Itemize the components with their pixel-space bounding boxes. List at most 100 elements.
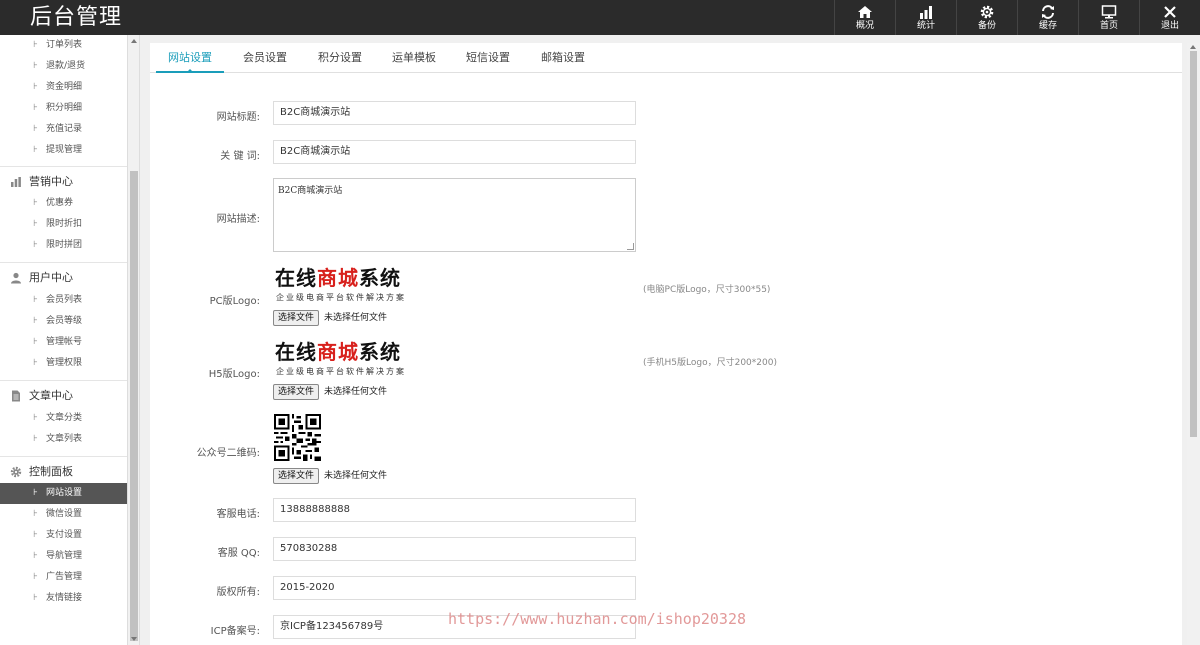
sidebar-item-label: 友情链接 [46,593,83,603]
sidebar-item-label: 微信设置 [46,509,83,519]
topnav-cache-button[interactable]: 缓存 [1017,0,1078,35]
scroll-up-arrow[interactable] [1190,45,1196,49]
site-title-input[interactable]: B2C商城演示站 [273,101,636,125]
sidebar-item-coupons[interactable]: ⊦ 优惠券 [0,193,127,214]
description-textarea[interactable]: B2C商城演示站 [273,178,636,252]
tab-email-settings[interactable]: 邮箱设置 [533,43,593,73]
scrollbar-thumb[interactable] [130,171,138,641]
sidebar-item-payment-settings[interactable]: ⊦ 支付设置 [0,525,127,546]
sidebar-item-friend-links[interactable]: ⊦ 友情链接 [0,588,127,609]
pc-logo-hint: (电脑PC版Logo，尺寸300*55) [643,285,771,295]
sidebar-item-label: 提现管理 [46,145,83,155]
phone-input[interactable]: 13888888888 [273,498,636,522]
h5-logo-hint: (手机H5版Logo，尺寸200*200) [643,358,777,368]
topnav-label: 缓存 [1038,21,1057,31]
topnav-label: 概况 [855,21,874,31]
sidebar-item-label: 支付设置 [46,530,83,540]
sidebar-item-label: 订单列表 [46,40,83,50]
sidebar-item-admin-accounts[interactable]: ⊦ 管理帐号 [0,332,127,353]
sidebar-item-withdraw[interactable]: ⊦ 提现管理 [0,140,127,161]
tab-points-settings[interactable]: 积分设置 [310,43,370,73]
topnav-label: 首页 [1099,21,1118,31]
sidebar-group-title: 营销中心 [29,175,73,188]
qrcode-choose-file-button[interactable]: 选择文件 [273,468,320,484]
sidebar-item-article-list[interactable]: ⊦ 文章列表 [0,429,127,450]
refresh-icon [1042,5,1054,19]
pc-logo-file-status: 未选择任何文件 [324,313,388,323]
sidebar-item-refunds[interactable]: ⊦ 退款/退货 [0,56,127,77]
sidebar-item-label: 文章分类 [46,413,83,423]
description-label: 网站描述: [216,214,260,225]
keywords-input[interactable]: B2C商城演示站 [273,140,636,164]
topnav-overview-button[interactable]: 概况 [834,0,895,35]
scroll-down-arrow[interactable] [131,637,137,641]
sidebar-item-label: 管理权限 [46,358,83,368]
monitor-icon [1101,5,1117,19]
sidebar-item-label: 退款/退货 [46,61,86,71]
watermark: https://www.huzhan.com/ishop20328 [448,610,747,628]
sidebar-item-admin-permissions[interactable]: ⊦ 管理权限 [0,353,127,374]
sidebar-item-points[interactable]: ⊦ 积分明细 [0,98,127,119]
sidebar-group-title: 用户中心 [29,271,73,284]
topnav-backup-button[interactable]: 备份 [956,0,1017,35]
sidebar-group-control-panel[interactable]: 控制面板 [0,456,127,486]
copyright-input[interactable]: 2015-2020 [273,576,636,600]
sidebar-scrollbar[interactable] [128,35,140,645]
document-icon [12,390,20,402]
home-icon [858,6,872,18]
user-icon [11,272,21,284]
sidebar-item-orders[interactable]: ⊦ 订单列表 [0,35,127,56]
qrcode-graphic [274,414,321,461]
sidebar-item-label: 资金明细 [46,82,83,92]
scroll-up-arrow[interactable] [131,39,137,43]
sidebar-item-label: 导航管理 [46,551,83,561]
site-title-label: 网站标题: [216,112,260,123]
tab-site-settings[interactable]: 网站设置 [156,43,224,73]
scrollbar-thumb[interactable] [1190,51,1197,437]
topnav-stats-button[interactable]: 统计 [895,0,956,35]
sidebar-group-articles[interactable]: 文章中心 [0,380,127,410]
sidebar-item-label: 会员等级 [46,316,83,326]
sidebar-item-wechat-settings[interactable]: ⊦ 微信设置 [0,504,127,525]
sidebar-item-article-categories[interactable]: ⊦ 文章分类 [0,408,127,429]
sidebar-item-label: 充值记录 [46,124,83,134]
topnav-home-button[interactable]: 首页 [1078,0,1139,35]
sidebar-item-label: 积分明细 [46,103,83,113]
sidebar-item-label: 限时折扣 [46,219,83,229]
gear-icon [10,466,22,478]
tab-sms-settings[interactable]: 短信设置 [458,43,518,73]
sidebar-item-navigation[interactable]: ⊦ 导航管理 [0,546,127,567]
sidebar-group-title: 控制面板 [29,465,73,478]
sidebar-group-marketing[interactable]: 营销中心 [0,166,127,196]
tab-member-settings[interactable]: 会员设置 [235,43,295,73]
pc-logo-choose-file-button[interactable]: 选择文件 [273,310,320,326]
tab-waybill-template[interactable]: 运单模板 [384,43,444,73]
sidebar-item-group-buy[interactable]: ⊦ 限时拼团 [0,235,127,256]
resize-handle[interactable] [627,243,634,250]
sidebar-item-member-levels[interactable]: ⊦ 会员等级 [0,311,127,332]
sidebar-item-label: 文章列表 [46,434,83,444]
qrcode-image [274,414,321,461]
sidebar-item-label: 会员列表 [46,295,83,305]
sidebar-item-label: 广告管理 [46,572,83,582]
topnav-logout-button[interactable]: 退出 [1139,0,1200,35]
sidebar-item-funds[interactable]: ⊦ 资金明细 [0,77,127,98]
gear-icon [980,5,994,19]
qq-input[interactable]: 570830288 [273,537,636,561]
top-nav: 概况 统计 备份 缓存 首页 退出 [834,0,1200,35]
top-bar: 后台管理 概况 统计 备份 缓存 首页 退出 [0,0,1200,35]
main-scrollbar[interactable] [1187,43,1200,645]
qrcode-label: 公众号二维码: [196,448,260,459]
sidebar-item-label: 网站设置 [46,488,83,498]
h5-logo-choose-file-button[interactable]: 选择文件 [273,384,320,400]
app-title: 后台管理 [30,5,123,30]
sidebar-item-members[interactable]: ⊦ 会员列表 [0,290,127,311]
h5-logo-image: 在线商城系统 企业级电商平台软件解决方案 [273,340,415,381]
sidebar-item-ads[interactable]: ⊦ 广告管理 [0,567,127,588]
qq-label: 客服 QQ: [217,548,260,559]
sidebar-item-discount[interactable]: ⊦ 限时折扣 [0,214,127,235]
copyright-label: 版权所有: [216,587,260,598]
sidebar-item-site-settings[interactable]: ⊦ 网站设置 [0,483,127,504]
sidebar-group-users[interactable]: 用户中心 [0,262,127,292]
sidebar-item-recharge[interactable]: ⊦ 充值记录 [0,119,127,140]
